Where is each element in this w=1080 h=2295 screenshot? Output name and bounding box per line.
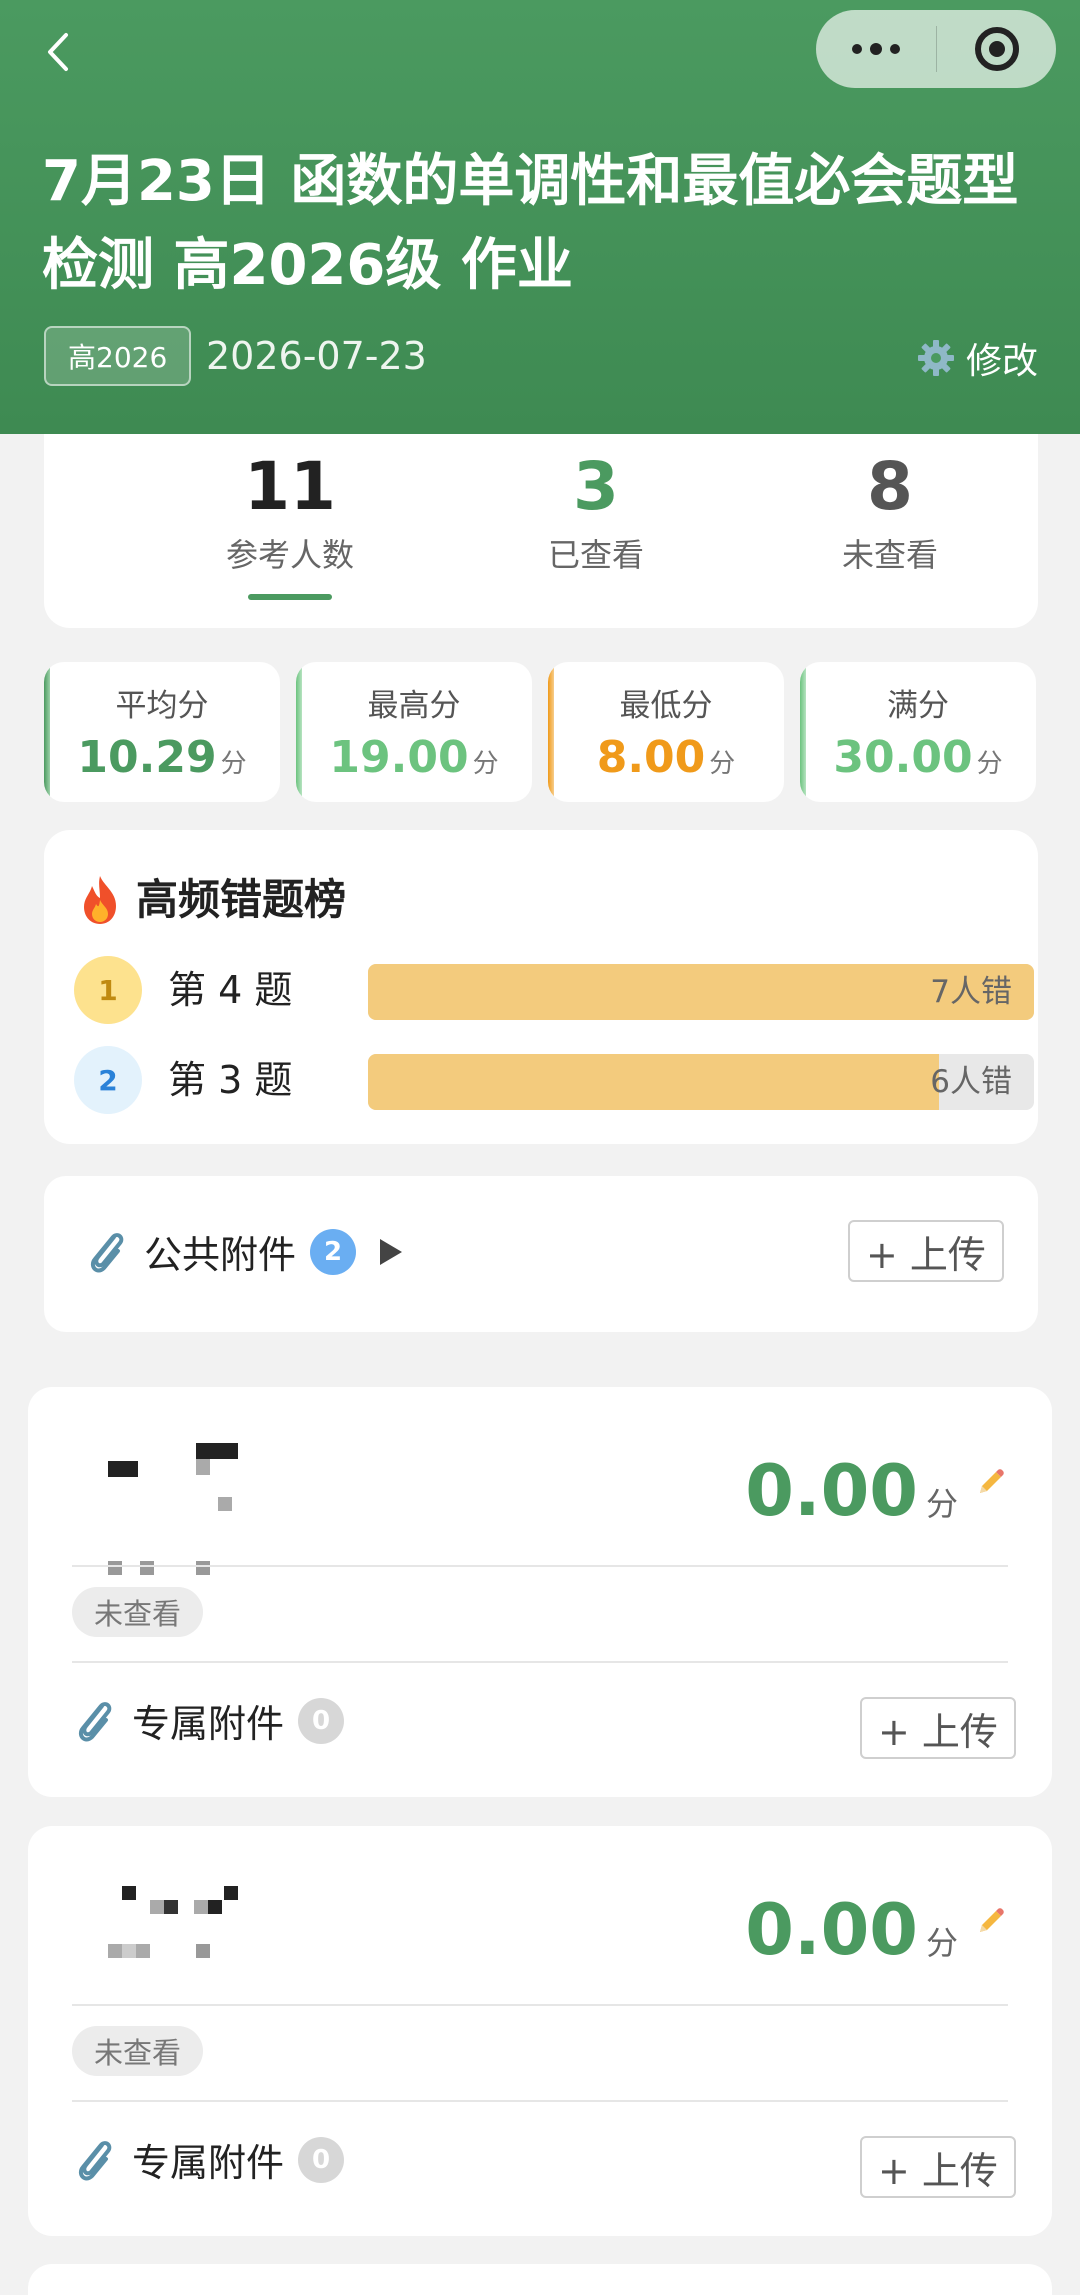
score-unit: 分 (709, 749, 736, 779)
stat-not-viewed[interactable]: 8 未查看 (770, 444, 1010, 580)
homework-date: 2026-07-23 (206, 334, 427, 378)
score-value-wrap: 8.00 分 (548, 728, 784, 794)
attachment-count-badge: 0 (298, 1697, 345, 1744)
student-name-mosaic (78, 1439, 238, 1575)
rank-badge: 2 (74, 1046, 142, 1114)
score-unit: 分 (925, 1485, 958, 1523)
private-attachments[interactable]: 专属附件 0 (72, 2132, 345, 2187)
public-attachments-label: 公共附件 (144, 1233, 297, 1277)
score-value: 30.00 (833, 732, 973, 783)
stat-value: 11 (244, 448, 336, 525)
pencil-icon[interactable] (974, 1906, 1006, 1938)
score-unit: 分 (925, 1924, 958, 1962)
grade-tag: 高2026 (44, 326, 192, 386)
rank-title-text: 高频错题榜 (136, 875, 347, 924)
private-attachments-label: 专属附件 (132, 1702, 285, 1746)
gear-icon (917, 340, 954, 376)
close-target-icon[interactable] (937, 10, 1056, 88)
stat-label: 参考人数 (225, 536, 354, 574)
student-name-mosaic (78, 1878, 238, 1978)
score-value: 10.29 (77, 732, 217, 783)
paperclip-icon (90, 1232, 124, 1272)
student-score: 0.00 分 (745, 1441, 958, 1541)
accent-bar (44, 662, 50, 802)
homework-detail-page: 7月23日 函数的单调性和最值必会题型检测 高2026级 作业 高2026 20… (0, 0, 1080, 2295)
rank-bar-track: 6人错 (368, 1054, 1034, 1110)
student-card-partial (28, 2264, 1052, 2295)
score-value: 19.00 (329, 732, 469, 783)
more-icon[interactable] (816, 10, 936, 88)
score-card-average: 平均分 10.29 分 (44, 662, 280, 802)
participation-stats: 11 参考人数 3 已查看 8 未查看 (44, 434, 1038, 628)
upload-private-button[interactable]: + 上传 (860, 1697, 1016, 1759)
header: 7月23日 函数的单调性和最值必会题型检测 高2026级 作业 高2026 20… (0, 0, 1080, 434)
score-unit: 分 (472, 749, 499, 779)
wrong-count: 7人错 (930, 974, 1012, 1010)
score-label: 满分 (887, 688, 949, 724)
mini-program-capsule (816, 10, 1056, 88)
stat-value: 3 (573, 448, 619, 525)
stat-participants[interactable]: 11 参考人数 (170, 444, 410, 600)
status-badge: 未查看 (72, 1587, 204, 1637)
rank-bar-fill (368, 1054, 939, 1110)
score-unit: 分 (976, 749, 1003, 779)
divider (72, 1565, 1008, 1567)
attachment-count-badge: 0 (298, 2136, 345, 2183)
attachment-count-badge: 2 (310, 1228, 357, 1275)
score-label: 最低分 (619, 688, 713, 724)
upload-public-button[interactable]: + 上传 (848, 1220, 1004, 1282)
score-value: 0.00 (745, 1889, 918, 1971)
stat-label: 未查看 (841, 536, 938, 574)
accent-bar (800, 662, 806, 802)
score-value: 8.00 (596, 732, 706, 783)
status-badge: 未查看 (72, 2026, 204, 2076)
private-attachments-label: 专属附件 (132, 2141, 285, 2185)
score-value: 0.00 (745, 1450, 918, 1532)
paperclip-icon (78, 1701, 112, 1741)
wrong-question-rank: 高频错题榜 1 第 4 题 7人错 2 第 3 题 6人错 (44, 830, 1038, 1144)
stat-label: 已查看 (547, 536, 644, 574)
question-label: 第 4 题 (168, 968, 293, 1012)
page-title: 7月23日 函数的单调性和最值必会题型检测 高2026级 作业 (42, 149, 1019, 298)
accent-bar (548, 662, 554, 802)
rank-bar-track: 7人错 (368, 964, 1034, 1020)
edit-button[interactable]: 修改 (916, 332, 1038, 384)
student-score: 0.00 分 (745, 1880, 958, 1980)
upload-private-button[interactable]: + 上传 (860, 2136, 1016, 2198)
back-chevron-icon[interactable] (36, 22, 80, 82)
rank-row[interactable]: 1 第 4 题 7人错 (74, 954, 1034, 1024)
divider (72, 2004, 1008, 2006)
wrong-count: 6人错 (930, 1064, 1012, 1100)
active-tab-indicator (248, 594, 332, 600)
divider (72, 2100, 1008, 2102)
expand-triangle-icon (380, 1238, 403, 1265)
stat-value: 8 (867, 448, 913, 525)
student-card: 0.00 分 未查看 专属附件 0 + 上传 (28, 1387, 1052, 1797)
public-attachments: 公共附件 2 + 上传 (44, 1176, 1038, 1332)
paperclip-icon (78, 2140, 112, 2180)
stat-viewed[interactable]: 3 已查看 (476, 444, 716, 580)
question-label: 第 3 题 (168, 1058, 293, 1102)
score-value-wrap: 10.29 分 (44, 728, 280, 794)
edit-label: 修改 (965, 341, 1038, 382)
score-card-lowest: 最低分 8.00 分 (548, 662, 784, 802)
public-attachments-toggle[interactable]: 公共附件 2 (84, 1224, 403, 1279)
rank-row[interactable]: 2 第 3 题 6人错 (74, 1044, 1034, 1114)
score-label: 平均分 (115, 688, 209, 724)
pencil-icon[interactable] (974, 1467, 1006, 1499)
private-attachments[interactable]: 专属附件 0 (72, 1693, 345, 1748)
score-unit: 分 (220, 749, 247, 779)
student-card: 0.00 分 未查看 专属附件 0 + 上传 (28, 1826, 1052, 2236)
divider (72, 1661, 1008, 1663)
score-label: 最高分 (367, 688, 461, 724)
accent-bar (296, 662, 302, 802)
score-value-wrap: 19.00 分 (296, 728, 532, 794)
fire-icon (84, 876, 116, 924)
score-card-highest: 最高分 19.00 分 (296, 662, 532, 802)
rank-title: 高频错题榜 (76, 870, 346, 930)
score-value-wrap: 30.00 分 (800, 728, 1036, 794)
score-card-full-marks: 满分 30.00 分 (800, 662, 1036, 802)
rank-badge: 1 (74, 956, 142, 1024)
